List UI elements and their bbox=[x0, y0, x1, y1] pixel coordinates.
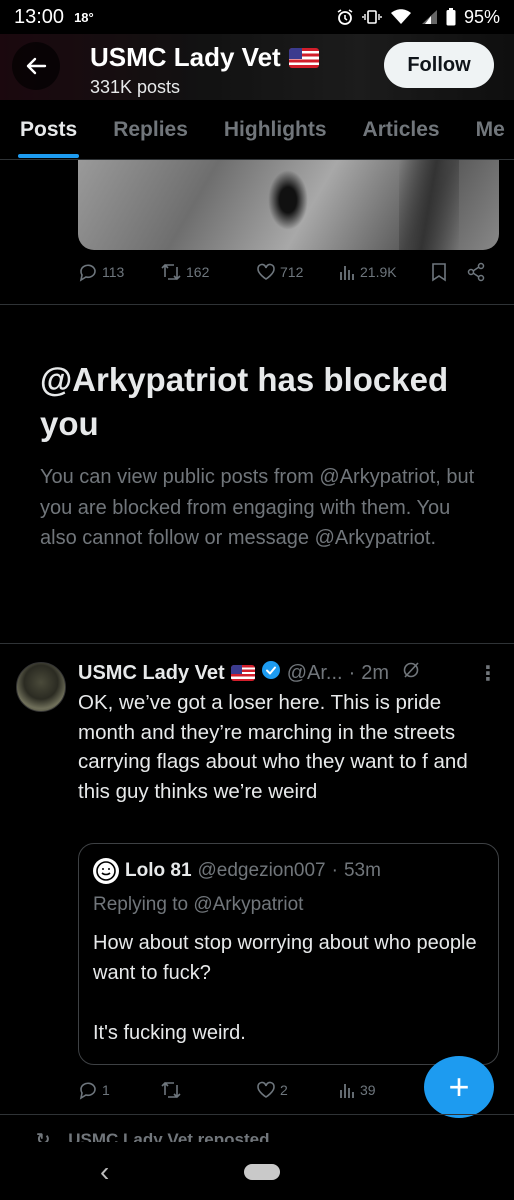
quoted-text-line: It's fucking weird. bbox=[93, 1022, 246, 1044]
us-flag-icon bbox=[288, 47, 319, 68]
replying-to[interactable]: Replying to @Arkypatriot bbox=[93, 894, 484, 916]
reposted-indicator: ↻ USMC Lady Vet reposted bbox=[36, 1130, 269, 1142]
profile-name-text: USMC Lady Vet bbox=[90, 42, 281, 72]
back-button[interactable] bbox=[12, 42, 60, 90]
reply-count: 1 bbox=[102, 1082, 110, 1098]
compose-button[interactable]: + bbox=[424, 1056, 494, 1118]
quoted-avatar[interactable] bbox=[93, 858, 119, 884]
divider bbox=[0, 643, 514, 644]
separator-dot: · bbox=[331, 860, 338, 881]
battery-icon bbox=[446, 8, 456, 26]
bookmark-action[interactable] bbox=[430, 262, 466, 282]
repost-action[interactable]: 162 bbox=[160, 262, 256, 282]
views-action[interactable]: 21.9K bbox=[338, 263, 430, 281]
tab-articles[interactable]: Articles bbox=[363, 100, 440, 159]
reply-action[interactable]: 113 bbox=[78, 262, 160, 282]
like-count: 2 bbox=[280, 1082, 288, 1098]
tweet-text: OK, we’ve got a loser here. This is prid… bbox=[78, 691, 468, 803]
profile-name: USMC Lady Vet bbox=[90, 42, 319, 73]
signal-icon bbox=[420, 9, 438, 25]
like-count: 712 bbox=[280, 264, 304, 280]
heart-icon bbox=[257, 263, 275, 280]
repost-action[interactable] bbox=[160, 1080, 256, 1100]
tweet-author-name[interactable]: USMC Lady Vet bbox=[78, 662, 225, 685]
quoted-author-name[interactable]: Lolo 81 bbox=[125, 860, 192, 882]
quoted-text-line: How about stop worrying about who people… bbox=[93, 932, 477, 984]
repost-count: 162 bbox=[186, 264, 210, 280]
repost-icon: ↻ bbox=[36, 1130, 51, 1142]
tab-media[interactable]: Me bbox=[476, 100, 505, 159]
post-count: 331K posts bbox=[90, 77, 181, 97]
status-temperature: 18° bbox=[74, 9, 94, 25]
views-icon bbox=[340, 266, 354, 280]
tweet-header: USMC Lady Vet @Ar... · 2m ⋮ bbox=[78, 660, 498, 686]
vibrate-icon bbox=[362, 9, 382, 25]
more-options-icon[interactable]: ⋮ bbox=[478, 661, 498, 686]
views-icon bbox=[340, 1084, 354, 1098]
quoted-time: 53m bbox=[343, 860, 381, 881]
quoted-tweet-header: Lolo 81 @edgezion007 · 53m bbox=[93, 858, 484, 884]
tab-posts[interactable]: Posts bbox=[17, 100, 80, 159]
blocked-title: @Arkypatriot has blocked you bbox=[40, 361, 449, 442]
tab-replies[interactable]: Replies bbox=[113, 100, 188, 159]
wifi-icon bbox=[390, 9, 412, 25]
tweet-handle[interactable]: @Ar... bbox=[287, 662, 343, 685]
reply-icon bbox=[79, 264, 96, 282]
quoted-tweet[interactable]: Lolo 81 @edgezion007 · 53m Replying to @… bbox=[78, 843, 499, 1065]
views-count: 21.9K bbox=[360, 264, 397, 280]
status-time: 13:00 bbox=[14, 5, 65, 28]
battery-percent: 95% bbox=[463, 6, 500, 27]
repost-icon bbox=[161, 263, 181, 281]
status-icons: 95% bbox=[336, 7, 500, 28]
bookmark-icon bbox=[432, 263, 446, 282]
reply-count: 113 bbox=[102, 264, 125, 280]
share-icon bbox=[467, 262, 485, 282]
previous-tweet-media[interactable] bbox=[78, 160, 499, 250]
tab-highlights[interactable]: Highlights bbox=[224, 100, 327, 159]
arrow-left-icon bbox=[26, 57, 47, 75]
profile-header: USMC Lady Vet 331K posts Follow bbox=[0, 34, 514, 100]
views-count: 39 bbox=[360, 1082, 376, 1098]
previous-tweet-actions: 113 162 712 21.9K bbox=[78, 262, 498, 282]
blocked-notice: @Arkypatriot has blocked you You can vie… bbox=[40, 358, 480, 554]
divider bbox=[0, 304, 514, 305]
profile-tabs: Posts Replies Highlights Articles Me bbox=[0, 100, 514, 160]
follow-button[interactable]: Follow bbox=[384, 42, 494, 88]
system-navigation-bar: ‹ bbox=[0, 1142, 514, 1200]
reply-icon bbox=[79, 1082, 96, 1100]
profile-header-text: USMC Lady Vet 331K posts bbox=[90, 42, 319, 97]
tweet-time: 2m bbox=[361, 661, 390, 684]
reply-action[interactable]: 1 bbox=[78, 1080, 160, 1100]
grok-icon[interactable] bbox=[401, 660, 421, 686]
alarm-icon bbox=[336, 8, 354, 26]
reposted-label: USMC Lady Vet reposted bbox=[68, 1130, 270, 1142]
avatar[interactable] bbox=[16, 662, 66, 712]
repost-icon bbox=[161, 1081, 181, 1099]
plus-icon: + bbox=[448, 1066, 470, 1107]
home-pill[interactable] bbox=[244, 1164, 280, 1180]
share-action[interactable] bbox=[466, 262, 486, 282]
separator-dot: · bbox=[348, 661, 356, 684]
quoted-text: How about stop worrying about who people… bbox=[93, 928, 484, 1048]
like-action[interactable]: 712 bbox=[256, 262, 338, 282]
heart-icon bbox=[257, 1081, 275, 1098]
quoted-handle[interactable]: @edgezion007 bbox=[198, 860, 326, 882]
status-bar: 13:00 18° 95% bbox=[0, 0, 514, 34]
chevron-left-icon[interactable]: ‹ bbox=[100, 1156, 109, 1188]
us-flag-icon bbox=[230, 665, 255, 681]
verified-icon bbox=[261, 660, 281, 686]
like-action[interactable]: 2 bbox=[256, 1080, 338, 1100]
blocked-body: You can view public posts from @Arkypatr… bbox=[40, 466, 475, 549]
divider bbox=[0, 1114, 514, 1115]
smiley-icon bbox=[96, 861, 116, 881]
views-action[interactable]: 39 bbox=[338, 1081, 430, 1099]
